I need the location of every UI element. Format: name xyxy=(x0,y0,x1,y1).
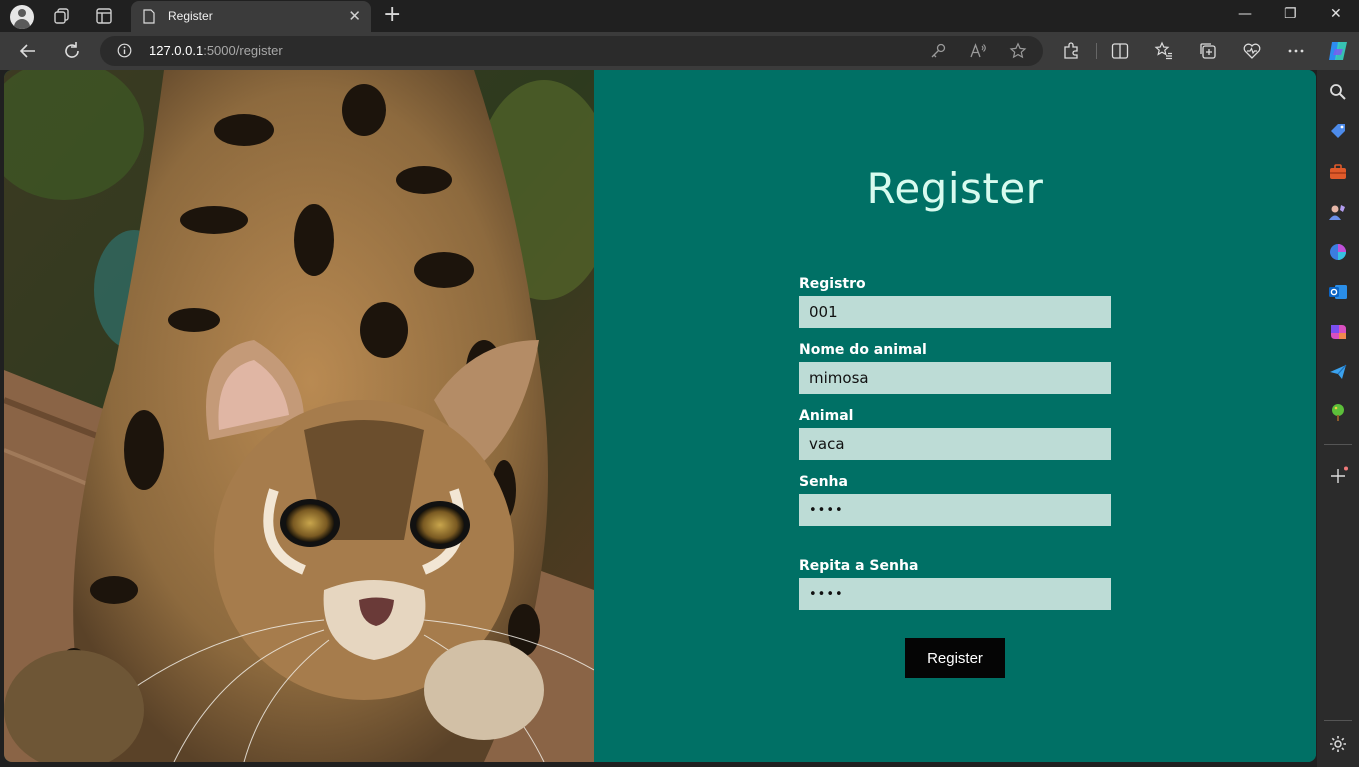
tab-close-icon[interactable]: ✕ xyxy=(348,8,361,24)
browser-essentials-icon[interactable] xyxy=(1242,41,1262,61)
sidebar-divider-bottom xyxy=(1324,720,1352,721)
settings-icon[interactable] xyxy=(1328,734,1348,754)
profile-icon[interactable] xyxy=(10,5,34,29)
tab-strip: Register ✕ + — ❐ ✕ xyxy=(0,0,1359,32)
outlook-icon[interactable] xyxy=(1328,282,1348,302)
collections-icon[interactable] xyxy=(1198,41,1218,61)
restore-icon[interactable]: ❐ xyxy=(1284,6,1297,22)
designer-icon[interactable] xyxy=(1328,322,1348,342)
register-button[interactable]: Register xyxy=(905,638,1005,678)
url-text[interactable]: 127.0.0.1:5000/register xyxy=(149,43,283,58)
url-path: :5000/register xyxy=(203,43,283,58)
new-tab-icon[interactable]: + xyxy=(383,4,401,26)
senha-input[interactable] xyxy=(799,494,1111,526)
active-tab[interactable]: Register ✕ xyxy=(131,1,371,32)
copilot-sidebar-icon[interactable] xyxy=(1328,242,1348,262)
more-icon[interactable] xyxy=(1286,41,1306,61)
games-icon[interactable] xyxy=(1328,202,1348,222)
repita-senha-input[interactable] xyxy=(799,578,1111,610)
navigation-bar: 127.0.0.1:5000/register xyxy=(0,32,1359,70)
copilot-icon[interactable] xyxy=(1326,39,1350,63)
edge-sidebar xyxy=(1317,70,1359,767)
key-icon[interactable] xyxy=(929,42,947,60)
register-panel: Register Registro Nome do animal Animal … xyxy=(594,70,1316,762)
toolbar-divider xyxy=(1096,43,1097,59)
page-icon xyxy=(143,9,155,24)
repita-senha-label: Repita a Senha xyxy=(799,558,919,574)
registro-input[interactable] xyxy=(799,296,1111,328)
tab-actions-icon[interactable] xyxy=(95,7,113,25)
read-aloud-icon[interactable] xyxy=(969,42,987,60)
senha-label: Senha xyxy=(799,474,848,490)
nome-do-animal-label: Nome do animal xyxy=(799,342,927,358)
animal-input[interactable] xyxy=(799,428,1111,460)
workspaces-icon[interactable] xyxy=(53,7,71,25)
page-title: Register xyxy=(866,164,1044,213)
minimize-icon[interactable]: — xyxy=(1238,6,1252,22)
sidebar-divider xyxy=(1324,444,1352,445)
back-icon[interactable] xyxy=(17,40,39,62)
window-close-icon[interactable]: ✕ xyxy=(1330,6,1342,22)
ocelot-photo xyxy=(4,70,594,762)
extensions-icon[interactable] xyxy=(1061,41,1081,61)
info-icon[interactable] xyxy=(117,43,132,58)
favorites-icon[interactable] xyxy=(1154,41,1174,61)
add-icon[interactable] xyxy=(1328,466,1348,486)
url-host: 127.0.0.1 xyxy=(149,43,204,58)
favorite-star-icon[interactable] xyxy=(1009,42,1027,60)
registro-label: Registro xyxy=(799,276,866,292)
search-icon[interactable] xyxy=(1328,82,1348,102)
tree-icon[interactable] xyxy=(1328,402,1348,422)
split-screen-icon[interactable] xyxy=(1110,41,1130,61)
tools-icon[interactable] xyxy=(1328,162,1348,182)
send-icon[interactable] xyxy=(1328,362,1348,382)
shopping-tag-icon[interactable] xyxy=(1328,122,1348,142)
page-viewport: Register Registro Nome do animal Animal … xyxy=(4,70,1316,762)
tab-title: Register xyxy=(168,9,213,23)
nome-do-animal-input[interactable] xyxy=(799,362,1111,394)
animal-label: Animal xyxy=(799,408,854,424)
address-bar[interactable]: 127.0.0.1:5000/register xyxy=(100,36,1043,66)
refresh-icon[interactable] xyxy=(61,40,83,62)
